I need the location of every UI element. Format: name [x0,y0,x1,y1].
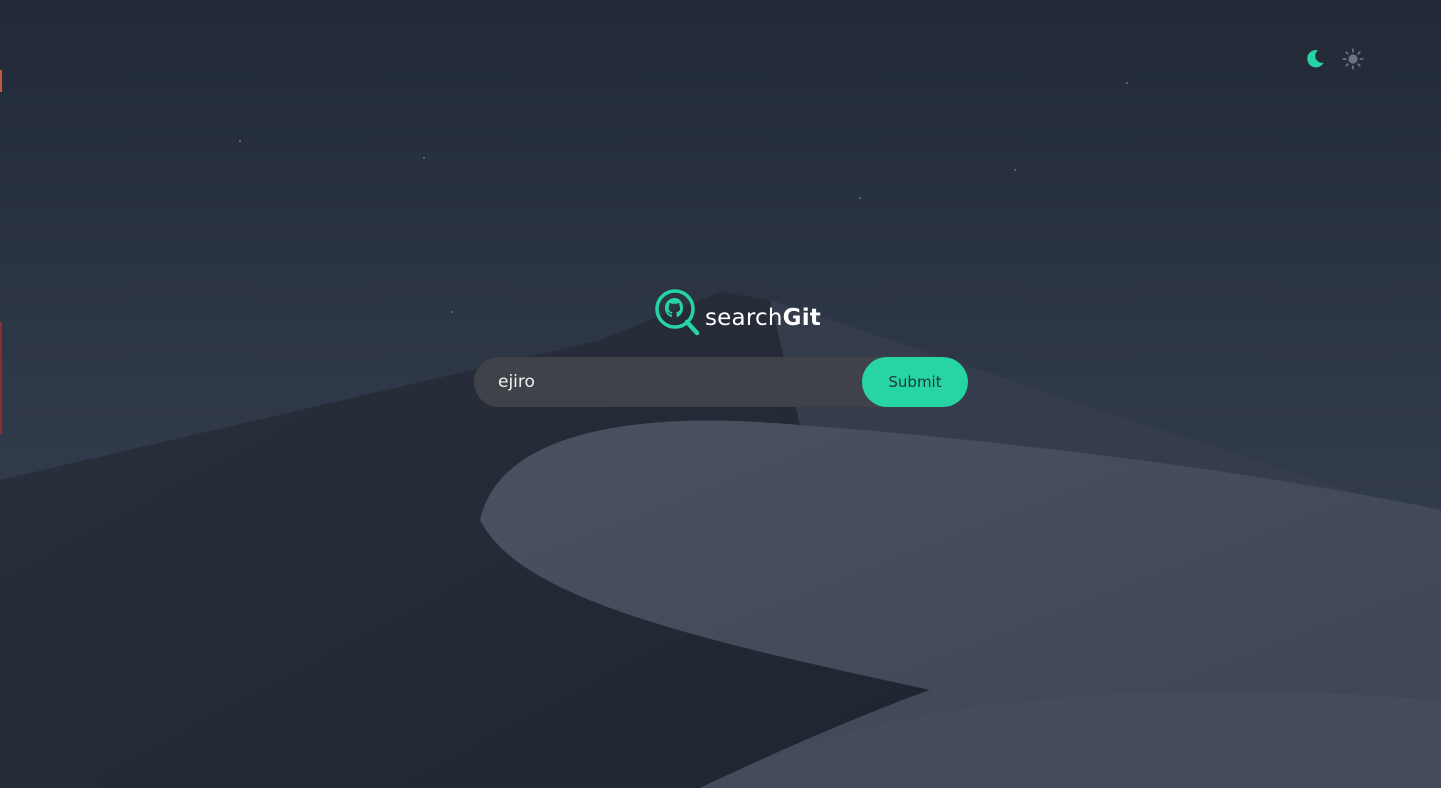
submit-button[interactable]: Submit [862,357,968,407]
logo: searchGit [654,288,821,336]
page: searchGit Submit [0,0,1441,788]
edge-marker [0,322,2,434]
dark-mode-button[interactable] [1302,46,1328,72]
light-mode-button[interactable] [1340,46,1366,72]
logo-text-light: search [705,305,783,331]
theme-toggle [1302,46,1366,72]
moon-icon [1307,49,1324,68]
search-input[interactable] [474,357,862,407]
logo-text: searchGit [705,305,821,331]
search-form: Submit [474,357,968,407]
edge-marker [0,70,2,92]
logo-text-bold: Git [782,305,821,331]
github-search-icon [655,289,700,336]
sun-icon [1342,48,1364,70]
